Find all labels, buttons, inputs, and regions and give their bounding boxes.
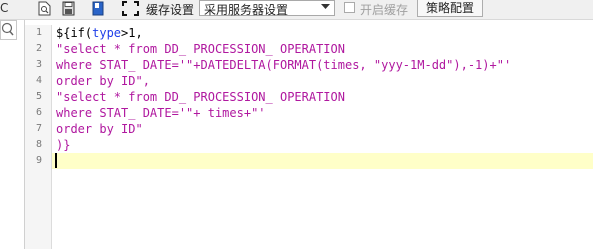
fullscreen-icon[interactable]	[122, 1, 139, 21]
caret-icon[interactable]: C	[0, 1, 8, 15]
line-number: 7	[35, 123, 42, 134]
code-line[interactable]: ${if(type>1,	[56, 25, 143, 41]
code-token: where STAT_ DATE='"+DATEDELTA(FORMAT(tim…	[56, 58, 374, 72]
save-icon[interactable]	[62, 1, 75, 21]
open-cache-label: 开启缓存	[360, 3, 409, 17]
left-panel	[0, 20, 25, 249]
code-token: type	[92, 26, 122, 40]
code-line[interactable]: "select * from DD_ PROCESSION_ OPERATION	[56, 89, 345, 105]
code-line[interactable]: where STAT_ DATE='"+DATEDELTA(FORMAT(tim…	[56, 57, 511, 73]
code-token: >1,	[121, 26, 143, 40]
line-number: 5	[35, 91, 42, 102]
policy-config-button[interactable]: 策略配置	[417, 0, 483, 17]
line-number: 8	[35, 139, 42, 150]
open-cache-checkbox[interactable]	[344, 2, 355, 13]
cache-settings-label: 缓存设置	[146, 3, 195, 17]
line-number: 6	[35, 107, 42, 118]
search-icon[interactable]	[1, 22, 14, 41]
code-token: ${if(	[56, 26, 93, 40]
code-line[interactable]: order by ID"	[56, 121, 143, 137]
toolbar: C 缓存设置 采用服务器设置 开启缓存 策略配置	[0, 0, 593, 20]
file-icon[interactable]	[38, 1, 51, 21]
code-token: order by ID"	[56, 122, 143, 136]
server-settings-value: 采用服务器设置	[204, 3, 289, 17]
code-line[interactable]: order by ID",	[56, 73, 150, 89]
code-token: )}	[56, 138, 71, 152]
line-number: 2	[35, 43, 42, 54]
line-number: 4	[35, 75, 42, 86]
chevron-down-icon[interactable]	[321, 2, 330, 13]
line-number: 3	[35, 59, 42, 70]
line-number: 1	[35, 27, 42, 38]
server-settings-select[interactable]: 采用服务器设置	[199, 0, 335, 17]
text-cursor	[55, 153, 57, 168]
line-number: 9	[35, 155, 42, 166]
code-line[interactable]: "select * from DD_ PROCESSION_ OPERATION	[56, 41, 345, 57]
code-token: ),-1)+"'	[453, 58, 512, 72]
code-token: "select * from DD_ PROCESSION_ OPERATION	[56, 42, 345, 56]
code-token: where STAT_ DATE='"+ times+"'	[56, 106, 266, 120]
current-line-highlight	[52, 153, 593, 169]
code-token: "yyy-1M-dd"	[373, 58, 454, 72]
code-line[interactable]: )}	[56, 137, 70, 153]
bookmark-icon[interactable]	[92, 1, 104, 21]
code-token: "select * from DD_ PROCESSION_ OPERATION	[56, 90, 345, 104]
code-token: order by ID",	[56, 74, 150, 88]
code-line[interactable]: where STAT_ DATE='"+ times+"'	[56, 105, 266, 121]
